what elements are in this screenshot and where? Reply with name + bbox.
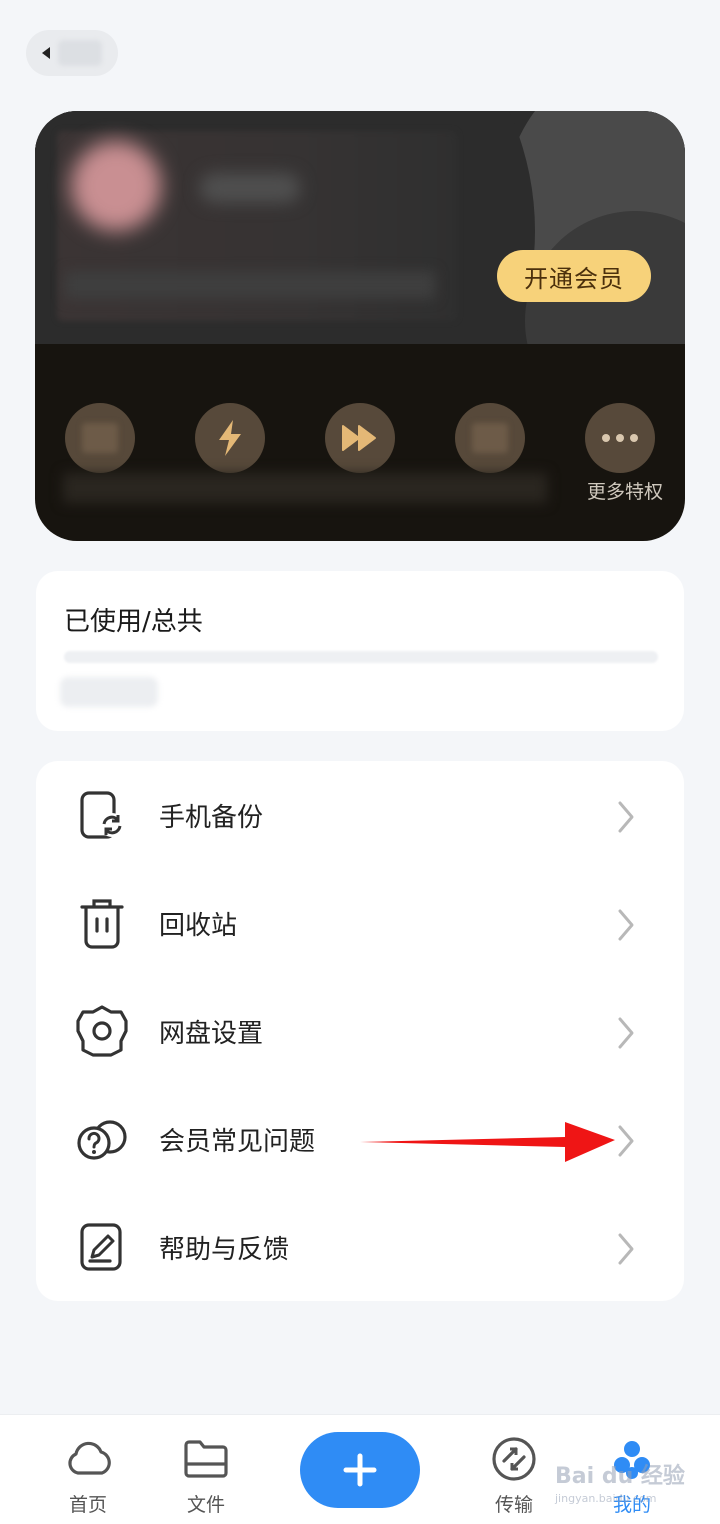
menu-item-phone-backup[interactable]: 手机备份: [36, 763, 684, 871]
trash-icon: [80, 899, 124, 949]
menu-label: 回收站: [159, 911, 238, 941]
watermark-text: Bai du 经验: [555, 1464, 685, 1489]
transfer-icon: [492, 1437, 536, 1481]
chevron-right-icon: [618, 801, 634, 833]
user-info-blurred: [65, 271, 435, 299]
menu-item-recycle-bin[interactable]: 回收站: [36, 871, 684, 979]
privilege-1-icon[interactable]: [65, 403, 135, 473]
username-blurred: [200, 173, 300, 203]
watermark: Bai du 经验 jingyan.baidu.com: [555, 1458, 695, 1508]
watermark-sub: jingyan.baidu.com: [555, 1492, 657, 1505]
tab-transfer[interactable]: 传输: [474, 1415, 554, 1524]
settings-gear-icon: [76, 1005, 128, 1057]
menu-card: 手机备份 回收站 网盘设置 会员常见问题 帮助与反馈: [36, 761, 684, 1301]
fast-forward-icon[interactable]: [325, 403, 395, 473]
avatar[interactable]: [71, 141, 161, 231]
tab-home[interactable]: 首页: [48, 1415, 128, 1524]
tab-files[interactable]: 文件: [166, 1415, 246, 1524]
storage-card[interactable]: 已使用/总共: [36, 571, 684, 731]
vip-card-header: 开通会员: [35, 111, 685, 344]
tab-label: 首页: [68, 1494, 107, 1516]
tab-label: 文件: [186, 1494, 225, 1516]
menu-item-help-feedback[interactable]: 帮助与反馈: [36, 1195, 684, 1303]
menu-label: 手机备份: [159, 803, 264, 833]
back-button[interactable]: [26, 30, 118, 76]
privilege-4-icon[interactable]: [455, 403, 525, 473]
add-button[interactable]: [300, 1432, 420, 1508]
chevron-right-icon: [618, 909, 634, 941]
menu-label: 网盘设置: [159, 1019, 264, 1049]
tab-label: 传输: [494, 1494, 533, 1516]
feedback-edit-icon: [80, 1223, 122, 1271]
storage-usage-blurred: [60, 677, 158, 707]
more-privileges-label[interactable]: 更多特权: [575, 477, 675, 504]
menu-item-settings[interactable]: 网盘设置: [36, 979, 684, 1087]
menu-label: 帮助与反馈: [159, 1235, 290, 1265]
back-arrow-icon: [42, 47, 50, 59]
menu-label: 会员常见问题: [159, 1127, 316, 1157]
faq-question-icon: [77, 1120, 127, 1160]
chevron-right-icon: [618, 1233, 634, 1265]
folder-icon: [184, 1440, 228, 1478]
privilege-labels-blurred: [63, 473, 547, 503]
storage-progress-bar: [64, 651, 658, 663]
cloud-icon: [68, 1441, 111, 1475]
lightning-icon[interactable]: [195, 403, 265, 473]
more-dots-icon[interactable]: [585, 403, 655, 473]
vip-card: 开通会员 更多特权: [35, 111, 685, 541]
annotation-arrow-icon: [360, 1122, 615, 1162]
back-label-blurred: [58, 40, 102, 66]
phone-backup-icon: [80, 791, 124, 839]
chevron-right-icon: [618, 1017, 634, 1049]
open-vip-button[interactable]: 开通会员: [497, 250, 651, 302]
storage-title: 已使用/总共: [64, 607, 203, 637]
plus-icon: [343, 1453, 377, 1487]
